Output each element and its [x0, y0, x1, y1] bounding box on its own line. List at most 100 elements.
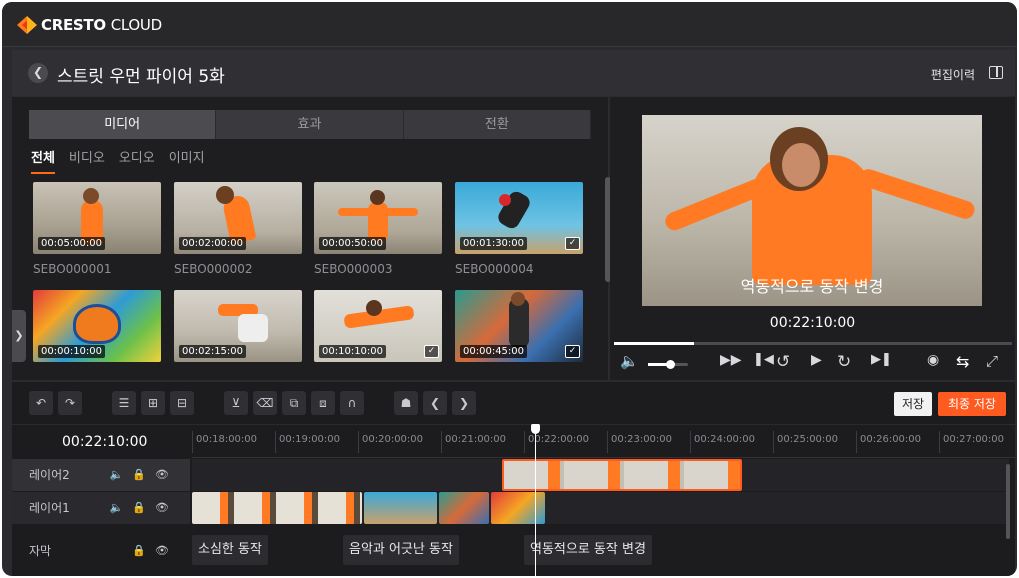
- edit-toolbar: ↶ ↷ ☰ ⊞ ⊟ ⊻ ⌫ ⧉ ⧈ ∩ ☗ ❮ ❯ 저장 최종 저장: [12, 382, 1015, 424]
- clip-duration: 00:10:10:00: [319, 345, 387, 358]
- checked-icon[interactable]: ✓: [565, 237, 580, 250]
- redo-icon[interactable]: ↷: [58, 391, 82, 415]
- ruler-tick: 00:18:00:00: [196, 434, 258, 445]
- track-controls-icon[interactable]: 🔒👁: [132, 535, 178, 567]
- video-clip[interactable]: [364, 492, 437, 524]
- media-name: SEBO000001: [33, 262, 112, 276]
- editor-app: CRESTO CLOUD ❮ 스트릿 우먼 파이어 5화 편집이력 미디어 효과…: [2, 2, 1017, 576]
- expand-panel-button[interactable]: ❯: [12, 310, 26, 362]
- track-label-layer2[interactable]: 레이어2 🔈🔒👁: [12, 459, 190, 491]
- fullscreen-icon[interactable]: ⤢: [986, 352, 998, 370]
- volume-icon[interactable]: 🔈: [620, 352, 639, 370]
- volume-slider[interactable]: [648, 360, 688, 369]
- ruler-tick: 00:23:00:00: [611, 434, 673, 445]
- logo-mark-icon: [17, 16, 37, 34]
- checked-icon[interactable]: ✓: [565, 345, 580, 358]
- tab-media[interactable]: 미디어: [29, 110, 217, 139]
- track-layer1[interactable]: [192, 492, 1009, 524]
- media-thumbnail[interactable]: 00:00:10:00: [33, 290, 161, 362]
- add-layer-icon[interactable]: ⊞: [141, 391, 165, 415]
- ruler-tick: 00:25:00:00: [777, 434, 839, 445]
- track-label-subtitle[interactable]: 자막 🔒👁: [12, 535, 190, 565]
- subtab-video[interactable]: 비디오: [69, 147, 105, 174]
- brand-name: CRESTO CLOUD: [41, 16, 162, 34]
- subtab-audio[interactable]: 오디오: [119, 147, 155, 174]
- top-bar: CRESTO CLOUD: [2, 2, 1017, 47]
- track-name: 레이어2: [29, 468, 70, 482]
- forward-5-icon[interactable]: ↻: [837, 352, 851, 372]
- final-save-button[interactable]: 최종 저장: [938, 392, 1006, 416]
- subtab-all[interactable]: 전체: [31, 147, 55, 174]
- marker-icon[interactable]: ☗: [394, 391, 418, 415]
- subtitle-clip[interactable]: 음악과 어긋난 동작: [343, 535, 459, 565]
- media-thumbnail[interactable]: 00:05:00:00: [33, 182, 161, 254]
- subtab-image[interactable]: 이미지: [169, 147, 205, 174]
- trash-icon[interactable]: ⌫: [253, 391, 277, 415]
- rewind-5-icon[interactable]: ↺: [776, 352, 790, 372]
- ruler-tick: 00:21:00:00: [445, 434, 507, 445]
- undo-icon[interactable]: ↶: [29, 391, 53, 415]
- media-thumbnail[interactable]: 00:00:45:00 ✓: [455, 290, 583, 362]
- timeline-scrollbar[interactable]: [1006, 464, 1010, 539]
- video-clip[interactable]: [192, 492, 362, 524]
- progress-fill: [614, 342, 694, 345]
- delete-layer-icon[interactable]: ⊟: [170, 391, 194, 415]
- loop-icon[interactable]: ⇆: [956, 352, 969, 371]
- clip-duration: 00:00:45:00: [460, 345, 528, 358]
- brand-bold: CRESTO: [41, 16, 106, 34]
- paste-icon[interactable]: ⧈: [311, 391, 335, 415]
- media-panel: 미디어 효과 전환 전체 비디오 오디오 이미지 00:05:00:00 SEB…: [12, 97, 611, 380]
- media-thumbnail[interactable]: 00:01:30:00 ✓: [455, 182, 583, 254]
- track-controls-icon[interactable]: 🔈🔒👁: [110, 492, 178, 524]
- media-thumbnail[interactable]: 00:00:50:00: [314, 182, 442, 254]
- tab-effects[interactable]: 효과: [216, 110, 404, 139]
- volume-knob[interactable]: [666, 360, 675, 369]
- split-icon[interactable]: ⊻: [224, 391, 248, 415]
- step-forward-icon[interactable]: ▶❚: [871, 352, 892, 367]
- play-icon[interactable]: ▶: [811, 352, 822, 368]
- project-header: ❮ 스트릿 우먼 파이어 5화 편집이력: [12, 50, 1015, 96]
- video-clip[interactable]: [491, 492, 545, 524]
- media-name: SEBO000003: [314, 262, 393, 276]
- clip-duration: 00:02:00:00: [179, 237, 247, 250]
- preview-progress-bar[interactable]: [614, 342, 1012, 345]
- ruler-tick: 00:24:00:00: [694, 434, 756, 445]
- clip-duration: 00:00:50:00: [319, 237, 387, 250]
- track-controls-icon[interactable]: 🔈🔒👁: [110, 459, 178, 491]
- media-thumbnail[interactable]: 00:02:15:00: [174, 290, 302, 362]
- next-icon[interactable]: ❯: [452, 391, 476, 415]
- layers-icon[interactable]: ☰: [112, 391, 136, 415]
- media-thumbnail[interactable]: 00:10:10:00 ✓: [314, 290, 442, 362]
- save-button[interactable]: 저장: [894, 392, 932, 416]
- brand-logo[interactable]: CRESTO CLOUD: [17, 16, 162, 34]
- player-controls: 🔈 ▶▶ ❚◀ ↺ ▶ ↻ ▶❚ ◉ ⇆ ⤢: [610, 352, 1015, 378]
- prev-icon[interactable]: ❮: [423, 391, 447, 415]
- magnet-icon[interactable]: ∩: [340, 391, 364, 415]
- copy-icon[interactable]: ⧉: [282, 391, 306, 415]
- fast-forward-icon[interactable]: ▶▶: [720, 352, 742, 368]
- playhead[interactable]: [535, 430, 536, 576]
- timeline-ruler[interactable]: 00:18:00:00 00:19:00:00 00:20:00:00 00:2…: [192, 425, 1015, 458]
- video-clip[interactable]: [439, 492, 489, 524]
- video-caption: 역동적으로 동작 변경: [740, 277, 884, 296]
- subtitle-clip[interactable]: 역동적으로 동작 변경: [524, 535, 652, 565]
- subtitle-clip[interactable]: 소심한 동작: [192, 535, 268, 565]
- video-preview[interactable]: 역동적으로 동작 변경: [642, 115, 982, 306]
- preview-timecode: 00:22:10:00: [769, 315, 856, 331]
- panel-toggle-icon[interactable]: [989, 66, 1003, 79]
- edit-history-button[interactable]: 편집이력: [931, 66, 975, 83]
- video-clip[interactable]: [502, 459, 742, 491]
- clip-duration: 00:01:30:00: [460, 237, 528, 250]
- media-thumbnail[interactable]: 00:02:00:00: [174, 182, 302, 254]
- tab-transitions[interactable]: 전환: [404, 110, 591, 139]
- track-layer2[interactable]: [192, 459, 1009, 491]
- camera-icon[interactable]: ◉: [927, 352, 939, 368]
- step-back-icon[interactable]: ❚◀: [753, 352, 774, 367]
- checked-icon[interactable]: ✓: [424, 345, 439, 358]
- back-button[interactable]: ❮: [28, 63, 48, 83]
- clip-duration: 00:00:10:00: [38, 345, 106, 358]
- track-label-layer1[interactable]: 레이어1 🔈🔒👁: [12, 492, 190, 524]
- media-name: SEBO000002: [174, 262, 253, 276]
- clip-duration: 00:05:00:00: [38, 237, 106, 250]
- media-name: SEBO000004: [455, 262, 534, 276]
